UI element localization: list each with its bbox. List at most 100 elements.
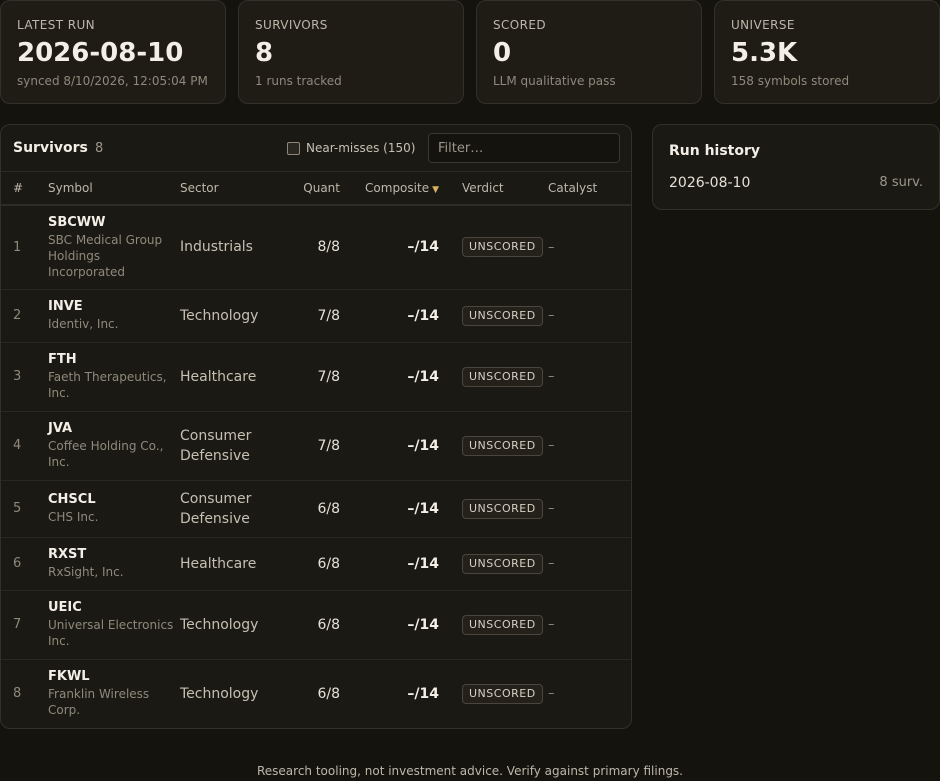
stat-sub: synced 8/10/2026, 12:05:04 PM bbox=[17, 74, 208, 88]
symbol-cell: FKWL Franklin Wireless Corp. bbox=[48, 659, 180, 728]
quant-score: 6/8 bbox=[317, 685, 340, 702]
row-index: 8 bbox=[13, 686, 22, 702]
quant-score: 6/8 bbox=[317, 555, 340, 572]
row-index: 5 bbox=[13, 501, 22, 516]
row-index: 6 bbox=[13, 556, 22, 571]
table-row[interactable]: 2 INVE Identiv, Inc. Technology 7/8 –/14 UNSCO… bbox=[1, 289, 631, 342]
row-index: 4 bbox=[13, 438, 22, 453]
sector-cell: Consumer Defensive bbox=[180, 427, 252, 464]
composite-score: –/14 bbox=[407, 616, 439, 633]
run-history-title: Run history bbox=[669, 143, 761, 159]
symbol-ticker[interactable]: SBCWW bbox=[48, 215, 180, 231]
sector-cell: Industrials bbox=[180, 239, 253, 256]
catalyst-cell: – bbox=[548, 438, 555, 453]
sector-cell: Technology bbox=[180, 685, 259, 702]
symbol-ticker[interactable]: FTH bbox=[48, 352, 180, 368]
composite-score: –/14 bbox=[407, 368, 439, 385]
verdict-cell: UNSCORED bbox=[462, 205, 548, 289]
run-date: 2026-08-10 bbox=[669, 175, 751, 191]
catalyst-cell: – bbox=[548, 686, 555, 702]
company-name: Franklin Wireless Corp. bbox=[48, 687, 150, 718]
col-header-composite[interactable]: Composite ▼ bbox=[340, 172, 439, 205]
col-header-sector[interactable]: Sector bbox=[180, 172, 280, 205]
symbol-cell: SBCWW SBC Medical Group Holdings Incorpor… bbox=[48, 205, 180, 289]
survivors-table: # Symbol Sector Quant Composite ▼ Verdict… bbox=[1, 172, 631, 728]
run-survivor-count: 8 surv. bbox=[879, 175, 923, 190]
symbol-cell: CHSCL CHS Inc. bbox=[48, 480, 180, 537]
dashboard: LATEST RUN 2026-08-10 synced 8/10/2026, … bbox=[0, 0, 940, 781]
company-name: CHS Inc. bbox=[48, 510, 99, 524]
survivors-title: Survivors bbox=[13, 140, 88, 156]
col-header-symbol[interactable]: Symbol bbox=[48, 172, 180, 205]
table-row[interactable]: 4 JVA Coffee Holding Co., Inc. Consumer Def… bbox=[1, 411, 631, 480]
sort-desc-icon: ▼ bbox=[432, 185, 439, 195]
col-header-verdict[interactable]: Verdict bbox=[462, 172, 548, 205]
stat-label: LATEST RUN bbox=[17, 18, 96, 32]
stat-value: 5.3K bbox=[731, 38, 798, 68]
catalyst-cell: – bbox=[548, 556, 555, 571]
survivors-header: Survivors 8 Near-misses (150) bbox=[1, 125, 631, 172]
company-name: Faeth Therapeutics, Inc. bbox=[48, 370, 167, 400]
symbol-ticker[interactable]: FKWL bbox=[48, 669, 180, 685]
stat-sub: 1 runs tracked bbox=[255, 74, 342, 88]
col-spacer bbox=[439, 172, 462, 205]
stat-value: 8 bbox=[255, 38, 274, 68]
spacer-cell bbox=[439, 480, 462, 537]
symbol-ticker[interactable]: JVA bbox=[48, 421, 180, 437]
symbol-ticker[interactable]: INVE bbox=[48, 299, 180, 315]
verdict-badge: UNSCORED bbox=[462, 366, 543, 387]
stat-value: 2026-08-10 bbox=[17, 38, 184, 68]
composite-score: –/14 bbox=[407, 555, 439, 572]
symbol-ticker[interactable]: UEIC bbox=[48, 600, 180, 616]
stat-value: 0 bbox=[493, 38, 512, 68]
verdict-badge: UNSCORED bbox=[462, 237, 543, 258]
symbol-ticker[interactable]: RXST bbox=[48, 547, 180, 563]
footer-disclaimer: Research tooling, not investment advice.… bbox=[256, 764, 683, 778]
symbol-cell: UEIC Universal Electronics Inc. bbox=[48, 590, 180, 659]
catalyst-cell: – bbox=[548, 308, 555, 323]
table-row[interactable]: 8 FKWL Franklin Wireless Corp. Technology 6/… bbox=[1, 659, 631, 728]
table-row[interactable]: 5 CHSCL CHS Inc. Consumer Defensive 6/8 –/14 U… bbox=[1, 480, 631, 537]
near-misses-checkbox[interactable] bbox=[287, 141, 300, 155]
verdict-badge: UNSCORED bbox=[462, 683, 543, 704]
symbol-ticker[interactable]: CHSCL bbox=[48, 492, 180, 508]
verdict-cell: UNSCORED bbox=[462, 342, 548, 411]
table-row[interactable]: 1 SBCWW SBC Medical Group Holdings Incorpo… bbox=[1, 205, 631, 289]
spacer-cell bbox=[439, 537, 462, 590]
col-header-index: # bbox=[13, 181, 24, 195]
catalyst-cell: – bbox=[548, 617, 555, 632]
col-header-quant[interactable]: Quant bbox=[280, 172, 340, 205]
table-row[interactable]: 3 FTH Faeth Therapeutics, Inc. Healthcare 7/… bbox=[1, 342, 631, 411]
symbol-cell: INVE Identiv, Inc. bbox=[48, 289, 180, 342]
verdict-cell: UNSCORED bbox=[462, 480, 548, 537]
table-header-row: # Symbol Sector Quant Composite ▼ Verdict… bbox=[1, 172, 631, 205]
sector-cell: Technology bbox=[180, 307, 259, 324]
stat-card-survivors: SURVIVORS 8 1 runs tracked bbox=[238, 0, 464, 104]
sector-cell: Healthcare bbox=[180, 368, 257, 385]
run-history-item[interactable]: 2026-08-10 8 surv. bbox=[669, 175, 923, 191]
composite-score: –/14 bbox=[407, 685, 439, 702]
table-row[interactable]: 6 RXST RxSight, Inc. Healthcare 6/8 –/14 UNSCO… bbox=[1, 537, 631, 590]
table-row[interactable]: 7 UEIC Universal Electronics Inc. Technolog… bbox=[1, 590, 631, 659]
survivors-count: 8 bbox=[95, 141, 104, 156]
catalyst-cell: – bbox=[548, 239, 555, 255]
row-index: 1 bbox=[13, 239, 22, 255]
row-index: 2 bbox=[13, 308, 22, 323]
catalyst-cell: – bbox=[548, 501, 555, 516]
spacer-cell bbox=[439, 659, 462, 728]
col-header-catalyst[interactable]: Catalyst bbox=[548, 172, 631, 205]
symbol-cell: FTH Faeth Therapeutics, Inc. bbox=[48, 342, 180, 411]
symbol-cell: JVA Coffee Holding Co., Inc. bbox=[48, 411, 180, 480]
near-misses-toggle[interactable]: Near-misses (150) bbox=[287, 141, 415, 155]
sector-cell: Healthcare bbox=[180, 555, 257, 572]
spacer-cell bbox=[439, 205, 462, 289]
stat-card-scored: SCORED 0 LLM qualitative pass bbox=[476, 0, 702, 104]
filter-input[interactable] bbox=[428, 133, 620, 163]
stat-cards: LATEST RUN 2026-08-10 synced 8/10/2026, … bbox=[0, 0, 940, 104]
verdict-cell: UNSCORED bbox=[462, 659, 548, 728]
quant-score: 8/8 bbox=[317, 239, 340, 256]
stat-sub: LLM qualitative pass bbox=[493, 74, 616, 88]
stat-sub: 158 symbols stored bbox=[731, 74, 850, 88]
survivors-rows: 1 SBCWW SBC Medical Group Holdings Incorpo… bbox=[1, 205, 631, 728]
spacer-cell bbox=[439, 342, 462, 411]
